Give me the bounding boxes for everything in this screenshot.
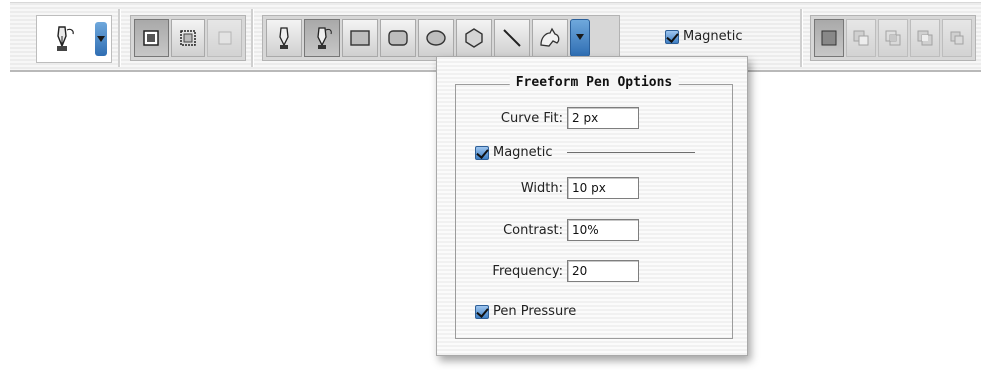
contrast-label: Contrast: [503,222,563,238]
magnetic-row: Magnetic [475,145,695,160]
tool-preset-picker[interactable] [36,15,112,63]
subtract-from-path-button[interactable] [846,19,876,57]
freeform-pen-tool-button[interactable] [304,19,340,57]
freeform-pen-icon [311,26,333,50]
paths-icon [178,28,198,48]
rounded-rectangle-icon [387,28,409,48]
curve-fit-input[interactable] [567,107,639,129]
combine-button[interactable] [942,19,972,57]
width-label: Width: [520,180,563,196]
line-tool-button[interactable] [494,19,530,57]
exclude-overlap-icon [916,29,934,47]
width-input[interactable] [567,177,639,199]
pen-icon [273,26,295,50]
shape-layers-button[interactable] [134,19,169,57]
combine-icon [948,29,966,47]
path-area-group [810,15,976,61]
paths-button[interactable] [170,19,206,57]
intersect-path-button[interactable] [878,19,908,57]
magnetic-popup-label: Magnetic [493,145,553,160]
fill-pixels-button[interactable] [207,19,243,57]
frequency-input[interactable] [567,260,639,282]
pen-pressure-checkbox[interactable] [475,304,489,319]
rounded-rectangle-tool-button[interactable] [380,19,416,57]
add-to-path-button[interactable] [814,19,844,57]
exclude-overlap-button[interactable] [910,19,940,57]
freeform-pen-options-popup: Freeform Pen Options Curve Fit: Magnetic… [436,56,748,356]
custom-shape-icon [538,27,562,49]
subtract-from-path-icon [852,29,870,47]
intersect-path-icon [884,29,902,47]
fill-pixels-icon [215,28,235,48]
magnetic-section-divider [566,152,695,153]
add-to-path-icon [820,29,838,47]
drawing-tools-group [262,15,620,61]
toolbar-separator [251,9,254,67]
rectangle-icon [349,28,371,48]
polygon-icon [463,27,485,49]
polygon-tool-button[interactable] [456,19,492,57]
contrast-input[interactable] [567,219,639,241]
curve-fit-label: Curve Fit: [500,110,563,126]
magnetic-label: Magnetic [683,29,743,44]
frequency-label: Frequency: [492,263,563,279]
magnetic-checkbox[interactable] [665,29,679,44]
toolbar-separator [800,9,803,67]
pen-pressure-label: Pen Pressure [493,304,577,319]
curve-fit-row: Curve Fit: [455,107,639,129]
frequency-row: Frequency: [455,260,639,282]
contrast-row: Contrast: [455,219,639,241]
custom-shape-tool-button[interactable] [532,19,568,57]
line-icon [501,27,523,49]
magnetic-popup-checkbox[interactable] [475,145,489,160]
ellipse-tool-button[interactable] [418,19,454,57]
popup-title: Freeform Pen Options [509,75,679,90]
ellipse-icon [425,28,447,48]
path-mode-group [130,15,246,61]
preset-dropdown-arrow-icon[interactable] [95,22,107,56]
freeform-pen-icon [47,24,77,54]
rectangle-tool-button[interactable] [342,19,378,57]
toolbar-separator [118,9,121,67]
width-row: Width: [455,177,639,199]
shape-layers-icon [141,28,161,48]
pen-pressure-row: Pen Pressure [475,304,576,319]
pen-tool-button[interactable] [266,19,302,57]
magnetic-option[interactable]: Magnetic [665,29,743,44]
geometry-options-arrow-icon[interactable] [570,19,590,57]
